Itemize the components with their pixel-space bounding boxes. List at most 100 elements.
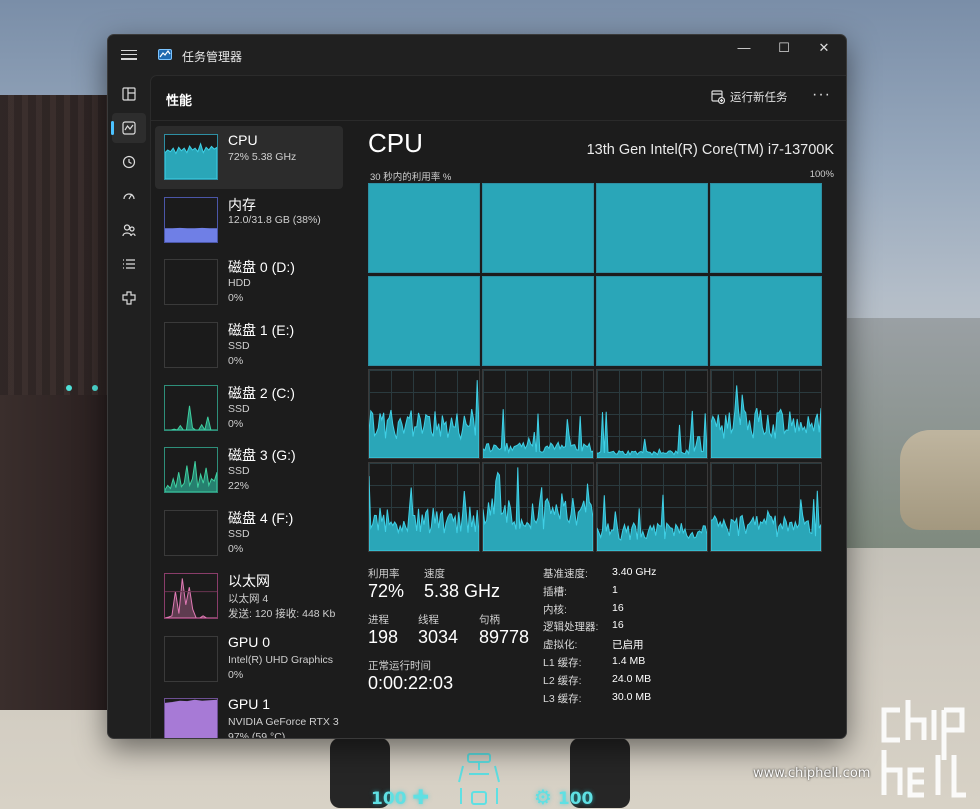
utilization-area — [597, 184, 707, 272]
utilization-area — [369, 380, 479, 458]
device-name: 磁盘 2 (C:) — [228, 384, 295, 401]
processes-value: 198 — [368, 627, 399, 647]
spec-label: 插槽: — [543, 585, 567, 598]
thumbnail-graph — [165, 405, 217, 430]
spec-label: 虚拟化: — [543, 639, 578, 652]
graph-max-label: 100% — [809, 169, 834, 180]
cpu-title: CPU — [368, 128, 423, 158]
nav-details[interactable] — [112, 249, 146, 279]
logical-processor-graph — [710, 369, 822, 459]
device-item[interactable]: 内存 12.0/31.8 GB (38%) — [155, 189, 343, 252]
device-detail: Intel(R) UHD Graphics — [228, 653, 334, 666]
close-button[interactable]: ✕ — [804, 35, 844, 61]
details-icon — [123, 259, 135, 269]
spec-value: 24.0 MB — [612, 672, 652, 685]
utilization-area — [483, 277, 593, 365]
nav-users[interactable] — [112, 215, 146, 245]
device-name: CPU — [228, 132, 258, 148]
device-name: 内存 — [228, 196, 256, 213]
device-thumbnail-graph — [164, 572, 218, 619]
threads-label: 线程 — [418, 614, 439, 626]
logical-processor-graph — [596, 369, 708, 459]
spec-value: 1 — [612, 583, 618, 596]
device-name: 磁盘 0 (D:) — [228, 259, 295, 276]
device-thumbnail-graph — [164, 134, 218, 180]
hamburger-menu-icon[interactable] — [121, 47, 137, 63]
more-options-button[interactable]: ··· — [812, 86, 831, 104]
device-item[interactable]: GPU 0 Intel(R) UHD Graphics 0% — [155, 628, 343, 691]
device-thumbnail-graph — [164, 259, 218, 306]
logical-processor-graph — [596, 183, 708, 273]
handles-value: 89778 — [479, 627, 530, 647]
watermark-url: www.chiphell.com — [753, 766, 871, 781]
device-name: 磁盘 3 (G:) — [228, 447, 296, 464]
performance-icon — [122, 121, 136, 135]
device-item[interactable]: 磁盘 1 (E:) SSD 0% — [155, 314, 343, 377]
device-item[interactable]: 磁盘 4 (F:) SSD 0% — [155, 502, 343, 565]
device-name: 磁盘 4 (F:) — [228, 510, 294, 527]
device-thumbnail-graph — [164, 196, 218, 243]
logical-processor-graph — [368, 369, 480, 459]
nav-app-history[interactable] — [112, 147, 146, 177]
logical-processor-graphs — [368, 183, 823, 553]
device-name: GPU 1 — [228, 696, 271, 713]
spec-label: L1 缓存: — [543, 657, 582, 669]
nav-startup-apps[interactable] — [112, 181, 146, 211]
utilization-area — [597, 410, 707, 458]
spec-label: 基准速度: — [543, 568, 588, 580]
app-history-icon — [122, 155, 136, 169]
maximize-button[interactable]: ☐ — [764, 35, 804, 61]
device-item[interactable]: 磁盘 0 (D:) HDD 0% — [155, 251, 343, 314]
utilization-area — [597, 277, 707, 365]
utilization-area — [711, 184, 821, 272]
utilization-label: 利用率 — [368, 568, 400, 580]
device-thumbnail-graph — [164, 635, 218, 682]
content-pane: 性能 运行新任务 ··· CPU 72% 5.38 GHz 内存 12.0/31.8 … — [150, 75, 846, 738]
logical-processor-graph — [710, 276, 822, 366]
spec-value: 16 — [612, 619, 624, 632]
utilization-area — [597, 494, 707, 551]
logical-processor-graph — [368, 462, 480, 552]
uptime-label: 正常运行时间 — [368, 660, 431, 672]
device-usage: 22% — [228, 480, 250, 493]
utilization-area — [483, 467, 593, 551]
device-name: GPU 0 — [228, 633, 271, 650]
device-thumbnail-graph — [164, 447, 218, 494]
spec-value: 已启用 — [612, 639, 644, 652]
utilization-area — [711, 490, 821, 551]
device-usage: 0% — [228, 668, 244, 681]
spec-label: 内核: — [543, 603, 567, 616]
run-new-task-label: 运行新任务 — [730, 92, 788, 104]
navigation-rail — [108, 75, 150, 738]
chiphell-logo — [881, 700, 966, 798]
device-item[interactable]: CPU 72% 5.38 GHz — [155, 126, 343, 189]
logical-processor-graph — [710, 183, 822, 273]
thumbnail-graph — [165, 323, 217, 367]
page-title: 性能 — [166, 93, 193, 108]
task-manager-app-icon — [158, 49, 172, 60]
minimize-button[interactable]: — — [724, 35, 764, 61]
hud-armor: ⚙ 100 — [534, 785, 593, 809]
device-item[interactable]: 磁盘 2 (C:) SSD 0% — [155, 377, 343, 440]
thumbnail-graph — [165, 142, 217, 179]
nav-processes[interactable] — [112, 79, 146, 109]
utilization-area — [369, 184, 479, 272]
spec-value: 30.0 MB — [612, 690, 652, 703]
services-icon — [122, 291, 136, 305]
device-item[interactable]: 磁盘 3 (G:) SSD 22% — [155, 439, 343, 502]
device-item[interactable]: GPU 1 NVIDIA GeForce RTX 3 97% (59 °C) — [155, 690, 343, 738]
device-detail: SSD — [228, 340, 250, 353]
device-detail: SSD — [228, 528, 250, 541]
nav-services[interactable] — [112, 283, 146, 313]
utilization-area — [483, 184, 593, 272]
run-new-task-button[interactable]: 运行新任务 — [711, 89, 788, 105]
rubble — [900, 430, 980, 530]
utilization-area — [369, 476, 479, 551]
device-detail: 72% 5.38 GHz — [228, 151, 297, 163]
thumbnail-graph — [165, 511, 217, 555]
device-item[interactable]: 以太网 以太网 4 发送: 120 接收: 448 Kb — [155, 565, 343, 628]
nav-performance[interactable] — [111, 113, 146, 143]
window-title: 任务管理器 — [182, 50, 243, 64]
utilization-area — [483, 409, 593, 458]
logical-processor-graph — [368, 276, 480, 366]
